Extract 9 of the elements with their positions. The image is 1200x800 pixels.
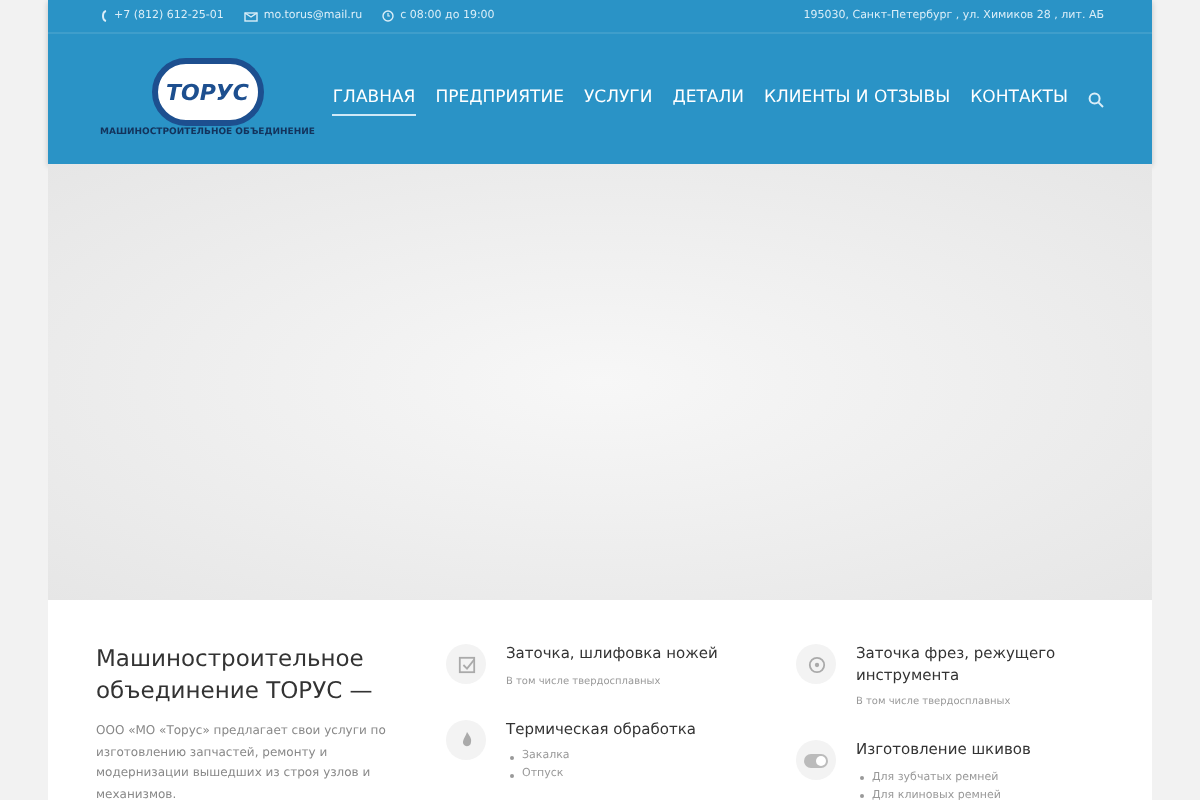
intro-heading: Машиностроительное объединение ТОРУС — xyxy=(96,644,375,707)
nav-link[interactable]: КОНТАКТЫ xyxy=(970,82,1068,116)
logo-gear[interactable]: ТОРУС xyxy=(151,58,264,127)
nav-link[interactable]: ПРЕДПРИЯТИЕ xyxy=(435,82,564,116)
nav-link[interactable]: ГЛАВНАЯ xyxy=(332,82,416,116)
nav-link[interactable]: УСЛУГИ xyxy=(583,82,653,116)
nav-link[interactable]: ДЕТАЛИ xyxy=(672,82,744,116)
logo-text: ТОРУС xyxy=(165,79,249,106)
nav-link[interactable]: КЛИЕНТЫ И ОТЗЫВЫ xyxy=(763,82,951,116)
